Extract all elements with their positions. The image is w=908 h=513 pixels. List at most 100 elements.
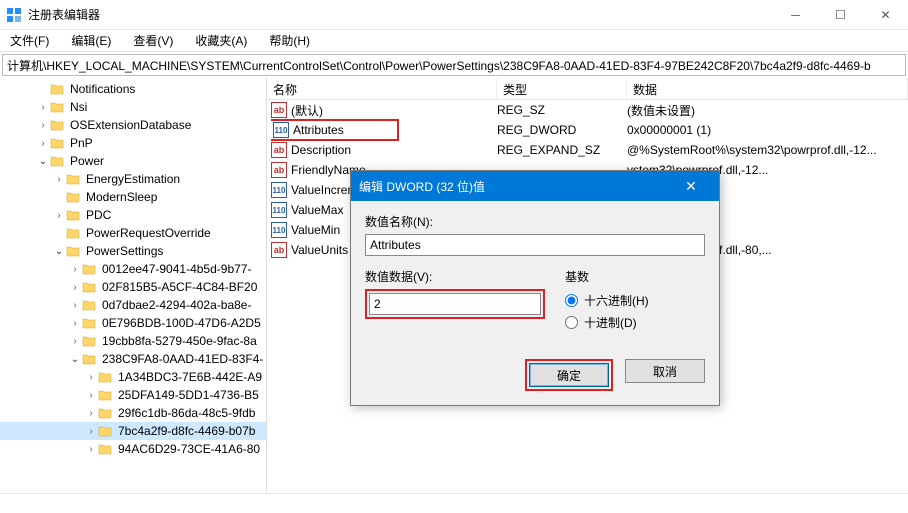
tree-label: 02F815B5-A5CF-4C84-BF20 <box>102 280 257 294</box>
value-data: (数值未设置) <box>627 102 908 119</box>
tree-item[interactable]: ⌄238C9FA8-0AAD-41ED-83F4- <box>0 350 266 368</box>
tree-item[interactable]: › 0E796BDB-100D-47D6-A2D5 <box>0 314 266 332</box>
value-name: Attributes <box>293 123 344 137</box>
tree-label: Nsi <box>70 100 87 114</box>
tree-item[interactable]: › Nsi <box>0 98 266 116</box>
menubar: 文件(F) 编辑(E) 查看(V) 收藏夹(A) 帮助(H) <box>0 30 908 52</box>
folder-icon <box>66 208 82 222</box>
address-bar[interactable]: 计算机\HKEY_LOCAL_MACHINE\SYSTEM\CurrentCon… <box>2 54 906 76</box>
data-label: 数值数据(V): <box>365 268 545 285</box>
dialog-close-icon[interactable]: ✕ <box>671 178 711 195</box>
tree-label: 0E796BDB-100D-47D6-A2D5 <box>102 316 261 330</box>
close-button[interactable]: ✕ <box>863 0 908 30</box>
tree-item[interactable]: › 0012ee47-9041-4b5d-9b77- <box>0 260 266 278</box>
menu-favorites[interactable]: 收藏夹(A) <box>191 30 251 51</box>
tree-item[interactable]: Notifications <box>0 80 266 98</box>
minimize-button[interactable]: ─ <box>773 0 818 30</box>
chevron-right-icon[interactable]: › <box>84 442 98 456</box>
dword-value-icon: 110 <box>271 182 287 198</box>
col-header-name[interactable]: 名称 <box>267 78 497 99</box>
chevron-right-icon[interactable]: › <box>52 172 66 186</box>
tree-item[interactable]: ›7bc4a2f9-d8fc-4469-b07b <box>0 422 266 440</box>
tree-label: 0012ee47-9041-4b5d-9b77- <box>102 262 251 276</box>
chevron-right-icon[interactable]: › <box>52 208 66 222</box>
string-value-icon: ab <box>271 162 287 178</box>
menu-help[interactable]: 帮助(H) <box>265 30 314 51</box>
ok-button[interactable]: 确定 <box>529 363 609 387</box>
chevron-right-icon[interactable]: › <box>68 316 82 330</box>
chevron-right-icon[interactable]: › <box>68 334 82 348</box>
tree-item[interactable]: › 02F815B5-A5CF-4C84-BF20 <box>0 278 266 296</box>
titlebar: 注册表编辑器 ─ ☐ ✕ <box>0 0 908 30</box>
radio-hex-label: 十六进制(H) <box>584 292 649 309</box>
cancel-button[interactable]: 取消 <box>625 359 705 383</box>
list-row[interactable]: ab(默认)REG_SZ(数值未设置) <box>267 100 908 120</box>
maximize-button[interactable]: ☐ <box>818 0 863 30</box>
chevron-right-icon[interactable]: › <box>84 388 98 402</box>
folder-icon <box>82 334 98 348</box>
name-input[interactable] <box>365 234 705 256</box>
dword-value-icon: 110 <box>273 122 289 138</box>
tree-item[interactable]: ›EnergyEstimation <box>0 170 266 188</box>
folder-icon <box>98 406 114 420</box>
menu-file[interactable]: 文件(F) <box>6 30 53 51</box>
radio-dec[interactable]: 十进制(D) <box>565 311 705 333</box>
tree-label: 94AC6D29-73CE-41A6-80 <box>118 442 260 456</box>
tree-item[interactable]: ›1A34BDC3-7E6B-442E-A9 <box>0 368 266 386</box>
tree-item[interactable]: ›0d7dbae2-4294-402a-ba8e- <box>0 296 266 314</box>
chevron-right-icon[interactable]: › <box>84 370 98 384</box>
tree-item[interactable]: ModernSleep <box>0 188 266 206</box>
tree-item[interactable]: ›25DFA149-5DD1-4736-B5 <box>0 386 266 404</box>
folder-icon <box>50 100 66 114</box>
col-header-type[interactable]: 类型 <box>497 78 627 99</box>
tree-label: 19cbb8fa-5279-450e-9fac-8a <box>102 334 257 348</box>
tree-item[interactable]: ›29f6c1db-86da-48c5-9fdb <box>0 404 266 422</box>
folder-icon <box>50 82 66 96</box>
radio-hex[interactable]: 十六进制(H) <box>565 289 705 311</box>
list-row[interactable]: 110AttributesREG_DWORD0x00000001 (1) <box>267 120 908 140</box>
chevron-right-icon[interactable]: › <box>36 118 50 132</box>
menu-edit[interactable]: 编辑(E) <box>67 30 115 51</box>
folder-icon <box>82 298 98 312</box>
tree-item[interactable]: › OSExtensionDatabase <box>0 116 266 134</box>
tree-item[interactable]: ›PnP <box>0 134 266 152</box>
tree-item[interactable]: ⌄Power <box>0 152 266 170</box>
chevron-right-icon[interactable]: › <box>68 298 82 312</box>
list-row[interactable]: abDescriptionREG_EXPAND_SZ@%SystemRoot%\… <box>267 140 908 160</box>
chevron-right-icon[interactable]: › <box>36 136 50 150</box>
radio-dec-label: 十进制(D) <box>584 314 637 331</box>
chevron-right-icon[interactable]: › <box>68 280 82 294</box>
radio-hex-input[interactable] <box>565 294 578 307</box>
menu-view[interactable]: 查看(V) <box>129 30 177 51</box>
list-header: 名称 类型 数据 <box>267 78 908 100</box>
chevron-right-icon[interactable]: › <box>84 406 98 420</box>
tree-item[interactable]: ›PDC <box>0 206 266 224</box>
tree-item[interactable]: ⌄PowerSettings <box>0 242 266 260</box>
dialog-title: 编辑 DWORD (32 位)值 <box>359 178 485 195</box>
dialog-titlebar[interactable]: 编辑 DWORD (32 位)值 ✕ <box>351 171 719 201</box>
chevron-none <box>52 226 66 240</box>
string-value-icon: ab <box>271 102 287 118</box>
tree-item[interactable]: › 94AC6D29-73CE-41A6-80 <box>0 440 266 458</box>
chevron-down-icon[interactable]: ⌄ <box>36 154 50 168</box>
statusbar <box>0 493 908 513</box>
value-type: REG_DWORD <box>497 123 627 137</box>
value-name: Description <box>291 143 351 157</box>
data-input[interactable] <box>369 293 541 315</box>
chevron-down-icon[interactable]: ⌄ <box>68 352 82 366</box>
chevron-right-icon[interactable]: › <box>68 262 82 276</box>
tree-item[interactable]: PowerRequestOverride <box>0 224 266 242</box>
chevron-right-icon[interactable]: › <box>84 424 98 438</box>
value-name: ValueUnits <box>291 243 348 257</box>
tree-pane[interactable]: Notifications › Nsi › OSExtensionDatabase ›Pn… <box>0 78 267 493</box>
string-value-icon: ab <box>271 242 287 258</box>
folder-icon <box>50 118 66 132</box>
tree-item[interactable]: › 19cbb8fa-5279-450e-9fac-8a <box>0 332 266 350</box>
folder-icon <box>98 388 114 402</box>
folder-icon <box>66 190 82 204</box>
radio-dec-input[interactable] <box>565 316 578 329</box>
tree-label: OSExtensionDatabase <box>70 118 191 132</box>
chevron-right-icon[interactable]: › <box>36 100 50 114</box>
chevron-down-icon[interactable]: ⌄ <box>52 244 66 258</box>
col-header-data[interactable]: 数据 <box>627 78 908 99</box>
